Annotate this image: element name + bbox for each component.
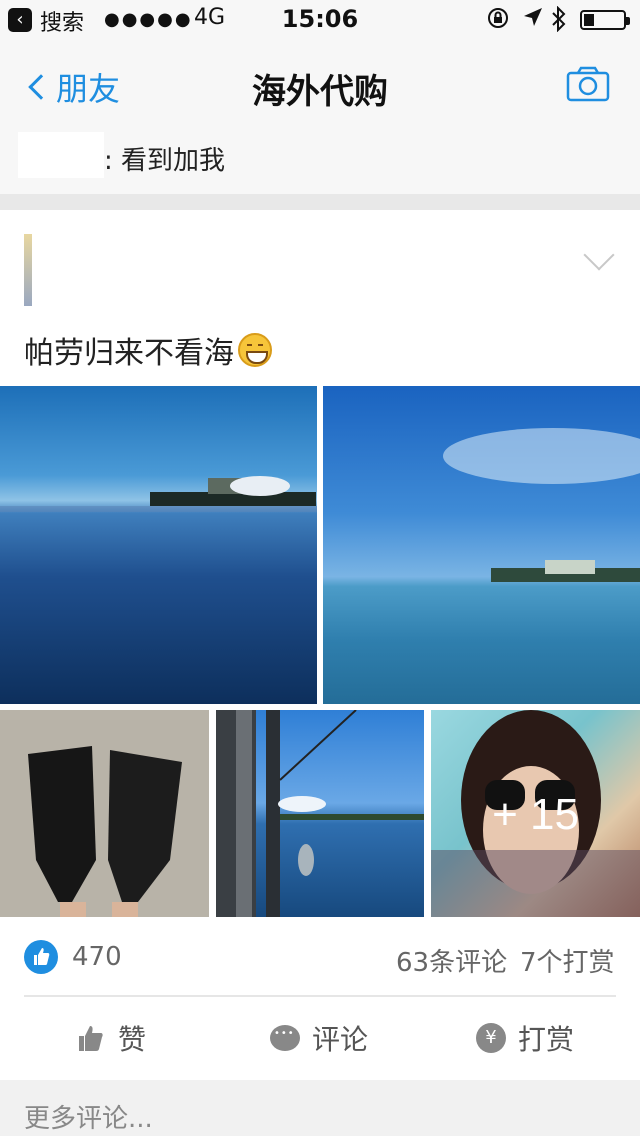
tip-button-label: 打赏 bbox=[518, 1023, 575, 1056]
clock: 15:06 bbox=[281, 5, 359, 33]
redacted-name bbox=[18, 132, 104, 178]
nav-bar: 朋友 海外代购 bbox=[0, 40, 640, 128]
comment-button[interactable]: 评论 bbox=[270, 1018, 368, 1058]
fishing-boat-photo[interactable] bbox=[216, 710, 424, 917]
battery-icon bbox=[580, 10, 630, 30]
like-button-label: 赞 bbox=[118, 1023, 147, 1056]
bluetooth-icon bbox=[550, 5, 568, 37]
yen-icon: ¥ bbox=[476, 1023, 506, 1053]
like-button[interactable]: 赞 bbox=[76, 1018, 146, 1058]
pinned-note[interactable]: : 看到加我 bbox=[0, 128, 640, 194]
grinning-face-emoji-icon bbox=[238, 333, 272, 367]
more-comments-link[interactable]: 更多评论... bbox=[24, 1098, 153, 1135]
status-bar: ‹ 搜索 ●●●●● 4G 15:06 bbox=[0, 0, 640, 40]
section-divider bbox=[0, 194, 640, 210]
palau-lagoon-photo[interactable] bbox=[0, 386, 317, 704]
tip-count[interactable]: 7个打赏 bbox=[520, 942, 615, 979]
comment-count[interactable]: 63条评论 bbox=[396, 942, 507, 979]
more-photos-count: + 15 bbox=[492, 790, 579, 839]
comment-bubble-icon bbox=[270, 1025, 300, 1051]
camera-icon[interactable] bbox=[566, 66, 610, 102]
divider bbox=[24, 995, 616, 997]
avatar[interactable] bbox=[24, 234, 174, 306]
pinned-note-text: : 看到加我 bbox=[104, 146, 226, 176]
like-count[interactable]: 470 bbox=[72, 942, 122, 972]
thumbs-up-icon bbox=[79, 1026, 103, 1051]
chevron-down-icon[interactable] bbox=[583, 239, 615, 271]
post-text: 帕劳归来不看海 bbox=[24, 336, 234, 371]
comment-button-label: 评论 bbox=[312, 1023, 369, 1056]
like-count-icon bbox=[24, 940, 58, 974]
lock-rotation-icon bbox=[486, 6, 510, 35]
diving-fins-photo[interactable] bbox=[0, 710, 209, 917]
palau-sea-sky-photo[interactable] bbox=[323, 386, 640, 704]
page-title: 海外代购 bbox=[252, 72, 388, 112]
post-content: 帕劳归来不看海 bbox=[24, 328, 272, 372]
location-icon bbox=[522, 6, 544, 33]
tip-button[interactable]: ¥ 打赏 bbox=[476, 1018, 574, 1058]
selfie-photo[interactable]: + 15 bbox=[431, 710, 640, 917]
